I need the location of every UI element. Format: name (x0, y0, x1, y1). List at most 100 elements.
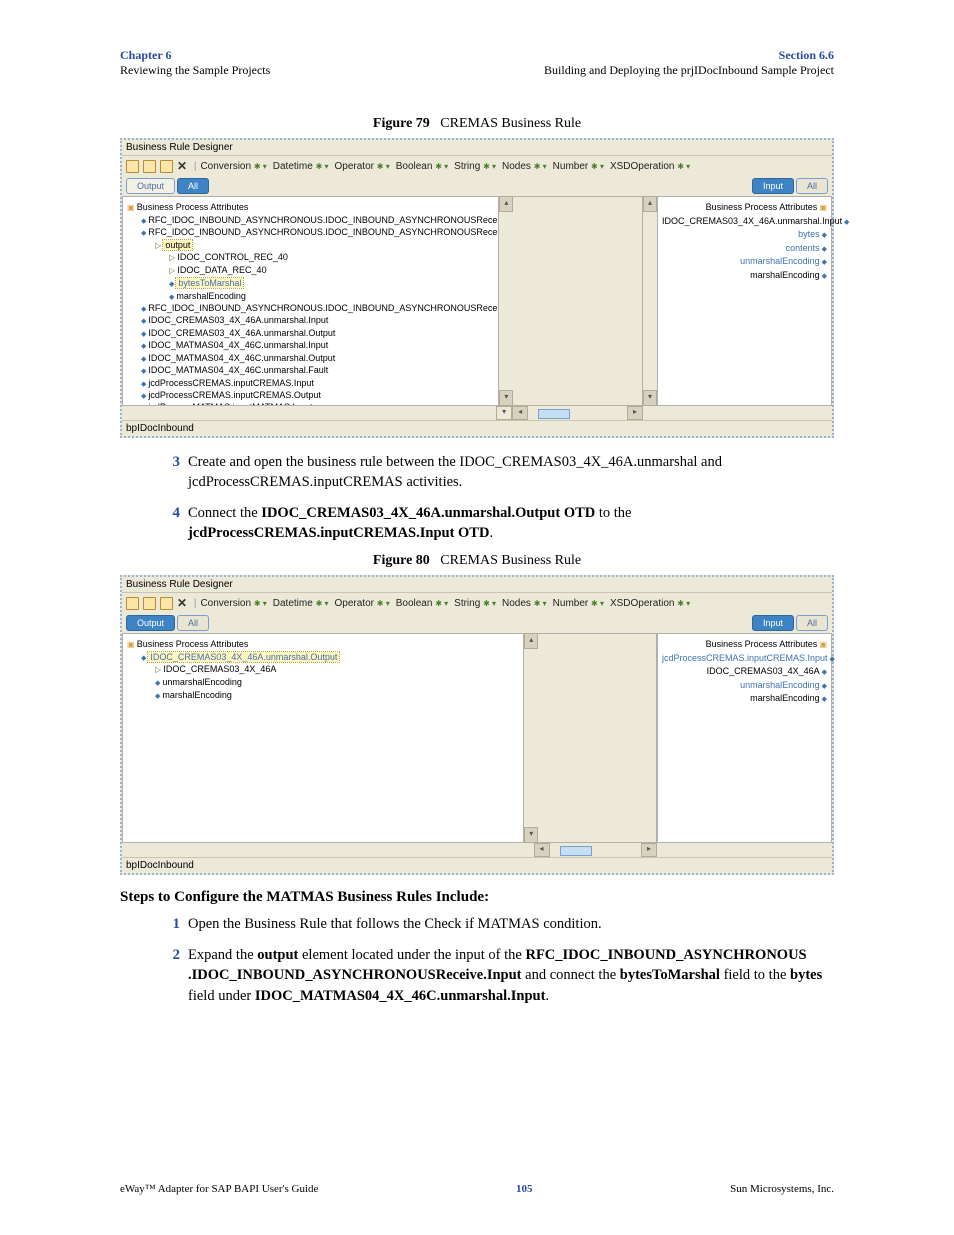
designer-title: Business Rule Designer (122, 140, 832, 156)
tree-node[interactable]: IDOC_MATMAS04_4X_46C.unmarshal.Fault (127, 364, 494, 376)
tree-node[interactable]: marshalEncoding (127, 689, 519, 701)
tree-node[interactable]: bytesToMarshal (127, 277, 494, 289)
footer-left: eWay™ Adapter for SAP BAPI User's Guide (120, 1183, 318, 1195)
toolbar-menu[interactable]: Conversion (200, 161, 253, 172)
vscroll-icon[interactable]: ▴▾ (524, 633, 538, 843)
hscroll-icon[interactable]: ◂▸ (534, 843, 657, 857)
tree-node-right[interactable]: marshalEncoding (662, 692, 827, 706)
toolbar-menu[interactable]: Nodes (502, 161, 534, 172)
all-button[interactable]: All (177, 178, 209, 194)
figure-79-screenshot: Business Rule Designer ✕ | Conversion ✱ … (120, 138, 834, 438)
tree-node[interactable]: RFC_IDOC_INBOUND_ASYNCHRONOUS.IDOC_INBOU… (127, 302, 494, 314)
left-tree[interactable]: Business Process AttributesRFC_IDOC_INBO… (122, 196, 499, 406)
toolbar-menu[interactable]: Boolean (396, 161, 435, 172)
toolbar-menu[interactable]: XSDOperation (610, 598, 677, 609)
toolbar-menu[interactable]: Nodes (502, 598, 534, 609)
tree-node[interactable]: jcdProcessCREMAS.inputCREMAS.Output (127, 389, 494, 401)
step-3: 3 Create and open the business rule betw… (160, 452, 834, 493)
tree-node-right[interactable]: contents (662, 242, 827, 256)
tree-node[interactable]: IDOC_CREMAS03_4X_46A (127, 663, 519, 676)
delete-icon[interactable]: ✕ (177, 596, 187, 610)
page-header: Chapter 6 Reviewing the Sample Projects … (120, 48, 834, 78)
toolbar-menu[interactable]: Boolean (396, 598, 435, 609)
status-bar: bpIDocInbound (122, 420, 832, 436)
matmas-heading: Steps to Configure the MATMAS Business R… (120, 889, 834, 906)
toolbar-icon[interactable] (160, 597, 173, 610)
toolbar-menu[interactable]: String (454, 598, 483, 609)
footer-right: Sun Microsystems, Inc. (730, 1183, 834, 1195)
toolbar-menu[interactable]: Number (553, 598, 591, 609)
designer-toolbar: ✕ | Conversion ✱ ▾Datetime ✱ ▾Operator ✱… (122, 156, 832, 176)
tree-node[interactable]: Business Process Attributes (127, 201, 494, 214)
section-subtitle: Building and Deploying the prjIDocInboun… (544, 63, 834, 78)
tree-node-right[interactable]: unmarshalEncoding (662, 679, 827, 693)
toolbar-icon[interactable] (126, 597, 139, 610)
tree-node[interactable]: jcdProcessCREMAS.inputCREMAS.Input (127, 377, 494, 389)
all-button[interactable]: All (177, 615, 209, 631)
output-button[interactable]: Output (126, 178, 175, 194)
tree-node[interactable]: output (127, 239, 494, 252)
section-label: Section 6.6 (544, 48, 834, 63)
input-button[interactable]: Input (752, 615, 794, 631)
tree-node[interactable]: unmarshalEncoding (127, 676, 519, 688)
designer-toolbar: ✕ | Conversion ✱ ▾Datetime ✱ ▾Operator ✱… (122, 593, 832, 613)
footer-pagenum: 105 (516, 1183, 533, 1195)
all-button[interactable]: All (796, 178, 828, 194)
figure-79-caption: Figure 79 CREMAS Business Rule (120, 116, 834, 132)
output-button[interactable]: Output (126, 615, 175, 631)
tree-node[interactable]: IDOC_MATMAS04_4X_46C.unmarshal.Input (127, 339, 494, 351)
page-footer: eWay™ Adapter for SAP BAPI User's Guide … (120, 1183, 834, 1195)
tree-node[interactable]: IDOC_MATMAS04_4X_46C.unmarshal.Output (127, 352, 494, 364)
matmas-step-2: 2 Expand the output element located unde… (160, 945, 834, 1006)
toolbar-menu[interactable]: XSDOperation (610, 161, 677, 172)
left-tree[interactable]: Business Process AttributesIDOC_CREMAS03… (122, 633, 524, 843)
tree-node-right[interactable]: IDOC_CREMAS03_4X_46A (662, 665, 827, 679)
tree-node[interactable]: IDOC_CREMAS03_4X_46A.unmarshal.Output (127, 651, 519, 663)
tree-node[interactable]: RFC_IDOC_INBOUND_ASYNCHRONOUS.IDOC_INBOU… (127, 214, 494, 226)
all-button[interactable]: All (796, 615, 828, 631)
tree-node-right[interactable]: IDOC_CREMAS03_4X_46A.unmarshal.Input (662, 215, 827, 229)
toolbar-menu[interactable]: Datetime (273, 161, 316, 172)
toolbar-icon[interactable] (143, 160, 156, 173)
tree-node-right[interactable]: unmarshalEncoding (662, 255, 827, 269)
toolbar-menu[interactable]: Datetime (273, 598, 316, 609)
vscroll-icon[interactable]: ▴▾ (499, 196, 513, 406)
toolbar-icon[interactable] (160, 160, 173, 173)
tree-node[interactable]: IDOC_CREMAS03_4X_46A.unmarshal.Output (127, 327, 494, 339)
chapter-subtitle: Reviewing the Sample Projects (120, 63, 270, 78)
right-tree[interactable]: Business Process AttributesjcdProcessCRE… (657, 633, 832, 843)
tree-node-right[interactable]: Business Process Attributes (662, 638, 827, 652)
toolbar-menu[interactable]: Operator (335, 161, 377, 172)
page: Chapter 6 Reviewing the Sample Projects … (0, 0, 954, 1235)
step-text: Connect the IDOC_CREMAS03_4X_46A.unmarsh… (188, 503, 834, 544)
toolbar-menu[interactable]: Conversion (200, 598, 253, 609)
step-text: Expand the output element located under … (188, 945, 834, 1006)
delete-icon[interactable]: ✕ (177, 159, 187, 173)
tree-node-right[interactable]: marshalEncoding (662, 269, 827, 283)
input-button[interactable]: Input (752, 178, 794, 194)
dropdown-icon[interactable]: ▾ (496, 406, 512, 420)
tree-node-right[interactable]: Business Process Attributes (662, 201, 827, 215)
toolbar-menu[interactable]: Number (553, 161, 591, 172)
tree-node[interactable]: RFC_IDOC_INBOUND_ASYNCHRONOUS.IDOC_INBOU… (127, 226, 494, 238)
toolbar-menu[interactable]: Operator (335, 598, 377, 609)
right-tree[interactable]: Business Process AttributesIDOC_CREMAS03… (657, 196, 832, 406)
tree-node-right[interactable]: jcdProcessCREMAS.inputCREMAS.Input (662, 652, 827, 666)
tree-node[interactable]: IDOC_CREMAS03_4X_46A.unmarshal.Input (127, 314, 494, 326)
tree-node[interactable]: Business Process Attributes (127, 638, 519, 651)
toolbar-menu[interactable]: String (454, 161, 483, 172)
toolbar-icon[interactable] (126, 160, 139, 173)
step-number: 2 (160, 945, 180, 1006)
figure-80-text: CREMAS Business Rule (440, 553, 581, 568)
toolbar-icon[interactable] (143, 597, 156, 610)
tree-node-right[interactable]: bytes (662, 228, 827, 242)
chapter-label: Chapter 6 (120, 48, 270, 63)
figure-80-screenshot: Business Rule Designer ✕ | Conversion ✱ … (120, 575, 834, 875)
tree-node[interactable]: marshalEncoding (127, 290, 494, 302)
tree-node[interactable]: IDOC_CONTROL_REC_40 (127, 251, 494, 264)
hscroll-icon[interactable]: ◂▸ (512, 406, 643, 420)
vscroll-icon[interactable]: ▴▾ (643, 196, 657, 406)
step-number: 4 (160, 503, 180, 544)
tree-node[interactable]: IDOC_DATA_REC_40 (127, 264, 494, 277)
step-4: 4 Connect the IDOC_CREMAS03_4X_46A.unmar… (160, 503, 834, 544)
